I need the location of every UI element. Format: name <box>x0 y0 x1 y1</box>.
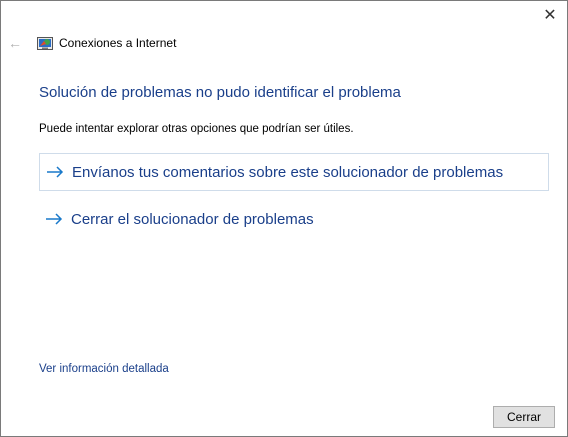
close-troubleshooter-label: Cerrar el solucionador de problemas <box>71 210 314 228</box>
back-arrow-icon: ← <box>8 35 22 51</box>
send-feedback-label: Envíanos tus comentarios sobre este solu… <box>72 163 504 181</box>
send-feedback-option[interactable]: Envíanos tus comentarios sobre este solu… <box>39 153 549 191</box>
arrow-right-icon <box>40 166 72 178</box>
close-icon: ✕ <box>543 7 557 24</box>
description-text: Puede intentar explorar otras opciones q… <box>39 123 354 135</box>
close-button[interactable]: Cerrar <box>493 406 555 428</box>
arrow-right-icon <box>39 213 71 225</box>
page-title: Solución de problemas no pudo identifica… <box>39 84 401 101</box>
close-troubleshooter-option[interactable]: Cerrar el solucionador de problemas <box>39 200 549 238</box>
window-header: ← Conexiones a Internet <box>1 33 567 55</box>
window-title: Conexiones a Internet <box>59 36 177 50</box>
troubleshooter-window: ✕ ← Conexiones a Internet Solución de pr… <box>0 0 568 437</box>
back-button[interactable]: ← <box>7 35 23 51</box>
close-window-button[interactable]: ✕ <box>533 1 567 29</box>
internet-connections-icon <box>37 37 53 50</box>
view-details-link[interactable]: Ver información detallada <box>39 363 169 375</box>
